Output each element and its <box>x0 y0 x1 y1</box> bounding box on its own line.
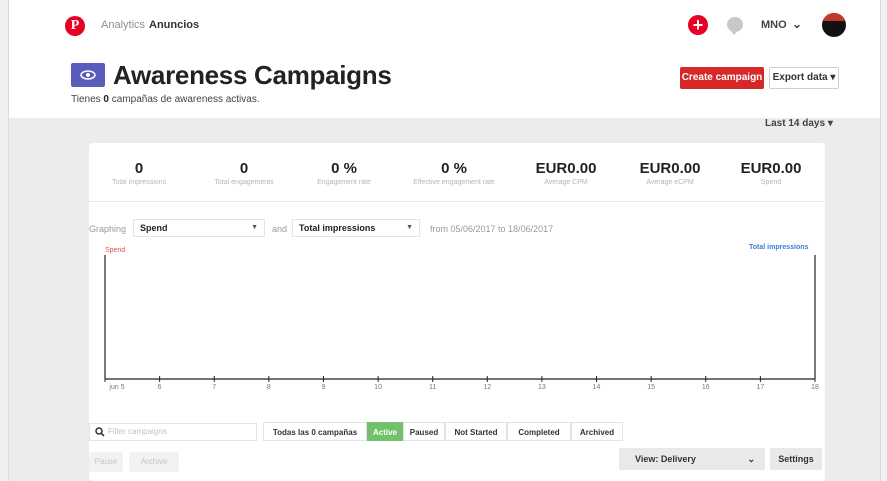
graphing-label: Graphing <box>89 224 127 234</box>
date-range-text: from 05/06/2017 to 18/06/2017 <box>430 224 554 234</box>
tab-active[interactable]: Active <box>367 422 403 441</box>
top-navigation: P Analytics Anuncios + MNO ⌄ <box>9 0 880 52</box>
tab-archived[interactable]: Archived <box>571 422 623 441</box>
archive-button[interactable]: Archive <box>129 452 179 472</box>
metric1-select[interactable]: Spend ▼ <box>133 219 265 237</box>
x-tick-label: 10 <box>374 384 382 391</box>
x-tick-label: 7 <box>212 384 216 391</box>
stat-effective-engagement-rate: 0 % Effective engagement rate <box>413 160 495 187</box>
stat-total-engagements: 0 Total engagements <box>214 160 274 187</box>
chevron-down-icon: ▼ <box>251 224 258 231</box>
x-tick-label: 14 <box>593 384 601 391</box>
x-tick-label: 6 <box>158 384 162 391</box>
nav-anuncios[interactable]: Anuncios <box>149 19 199 31</box>
x-tick-label: 15 <box>647 384 655 391</box>
chevron-down-icon[interactable]: ⌄ <box>792 17 802 31</box>
user-menu[interactable]: MNO <box>761 19 787 31</box>
x-tick-label: 12 <box>483 384 491 391</box>
plus-icon[interactable]: + <box>688 15 708 35</box>
create-campaign-button[interactable]: Create campaign <box>680 67 764 89</box>
pause-button[interactable]: Pause <box>89 452 123 472</box>
chevron-down-icon: ⌄ <box>747 454 755 464</box>
divider <box>89 201 825 202</box>
x-tick-label: 11 <box>429 384 436 391</box>
delivery-chart: jun 5 6 7 8 9 10 11 12 13 14 15 16 17 18 <box>104 255 819 391</box>
x-tick-label: 16 <box>702 384 710 391</box>
app-window: P Analytics Anuncios + MNO ⌄ Awareness C… <box>8 0 881 481</box>
x-tick-label: 17 <box>756 384 764 391</box>
filter-campaigns-input[interactable]: Filter campaigns <box>89 423 257 441</box>
stat-average-cpm: EUR0.00 Average CPM <box>535 160 597 187</box>
stat-average-ecpm: EUR0.00 Average eCPM <box>639 160 701 187</box>
page-subtitle: Tienes 0 campañas de awareness activas. <box>71 94 260 105</box>
settings-button[interactable]: Settings <box>770 448 822 470</box>
stat-total-impressions: 0 Total impressions <box>111 160 167 187</box>
nav-analytics[interactable]: Analytics <box>101 19 145 31</box>
x-tick-label: 13 <box>538 384 546 391</box>
stat-engagement-rate: 0 % Engagement rate <box>317 160 371 187</box>
campaign-card: 0 Total impressions 0 Total engagements … <box>89 143 825 481</box>
page-title: Awareness Campaigns <box>113 60 392 90</box>
search-icon <box>95 427 105 437</box>
stat-spend: EUR0.00 Spend <box>740 160 802 187</box>
eye-icon <box>71 63 105 87</box>
stats-row: 0 Total impressions 0 Total engagements … <box>89 143 825 195</box>
tab-completed[interactable]: Completed <box>507 422 571 441</box>
avatar[interactable] <box>822 13 846 37</box>
and-label: and <box>272 224 288 234</box>
tab-all[interactable]: Todas las 0 campañas <box>263 422 367 441</box>
export-data-button[interactable]: Export data ▾ <box>769 67 839 89</box>
date-range-select[interactable]: Last 14 days ▾ <box>765 118 833 129</box>
view-select[interactable]: View: Delivery ⌄ <box>619 448 765 470</box>
metric2-select[interactable]: Total impressions ▼ <box>292 219 420 237</box>
x-tick-label: 9 <box>322 384 326 391</box>
tab-paused[interactable]: Paused <box>403 422 445 441</box>
pinterest-logo[interactable]: P <box>65 16 85 36</box>
x-tick-label: 18 <box>811 384 819 391</box>
tab-not-started[interactable]: Not Started <box>445 422 507 441</box>
x-tick-label: jun 5 <box>108 384 124 391</box>
search-placeholder: Filter campaigns <box>108 427 167 436</box>
x-tick-label: 8 <box>267 384 271 391</box>
chat-icon[interactable] <box>727 17 743 35</box>
chevron-down-icon: ▼ <box>406 224 413 231</box>
